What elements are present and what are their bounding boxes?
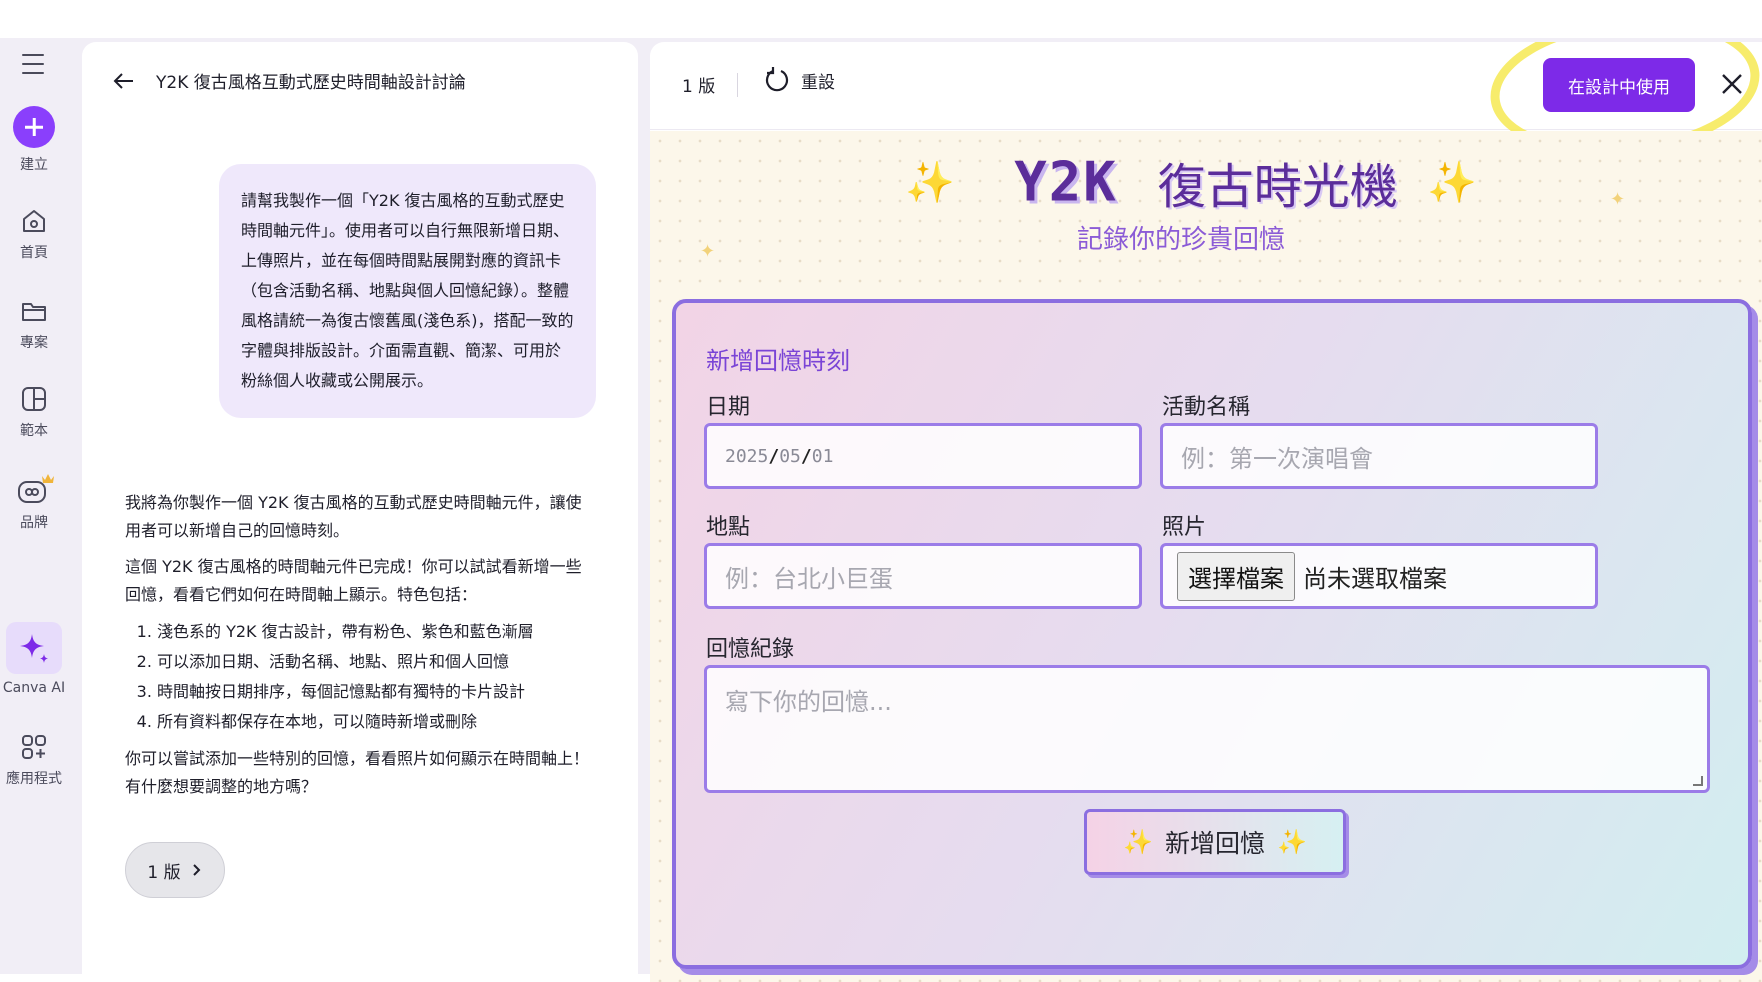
rail-item-label: 品牌 bbox=[20, 515, 48, 531]
choose-file-button[interactable]: 選擇檔案 bbox=[1177, 551, 1295, 601]
feature-item: 可以添加日期、活動名稱、地點、照片和個人回憶 bbox=[157, 647, 595, 677]
date-day: 01 bbox=[811, 445, 834, 467]
reset-button[interactable]: 重設 bbox=[763, 66, 835, 94]
date-input[interactable]: 2025/05/01 bbox=[704, 423, 1142, 489]
form-title: 新增回憶時刻 bbox=[706, 347, 850, 375]
chat-title: Y2K 復古風格互動式歷史時間軸設計討論 bbox=[156, 73, 466, 93]
rail-item-canva-ai[interactable]: Canva AI bbox=[0, 622, 68, 696]
rail-item-label: 建立 bbox=[20, 157, 48, 173]
refresh-icon bbox=[765, 67, 789, 92]
rail-item-brand[interactable]: 品牌 bbox=[0, 470, 68, 532]
template-icon bbox=[22, 387, 46, 411]
reset-label: 重設 bbox=[801, 72, 835, 93]
hero-y2k: Y2K bbox=[1014, 150, 1118, 214]
preview-panel: 1 版 重設 在設計中使用 ✨ ✨ ✦ ✦ Y2K 復古時光機 記錄你的珍貴回憶 … bbox=[650, 42, 1762, 982]
feature-item: 所有資料都保存在本地，可以隨時新增或刪除 bbox=[157, 707, 595, 737]
rail-item-home[interactable]: 首頁 bbox=[0, 206, 68, 262]
plus-icon[interactable] bbox=[13, 106, 55, 148]
date-label: 日期 bbox=[706, 395, 751, 420]
version-pill-label: 1 版 bbox=[147, 862, 181, 883]
memory-label: 回憶紀錄 bbox=[706, 637, 795, 662]
reply-paragraph: 你可以嘗試添加一些特別的回憶，看看照片如何顯示在時間軸上！有什麼想要調整的地方嗎… bbox=[125, 749, 590, 796]
side-rail: 建立 首頁 專案 範本 品牌 Canva AI 應用程式 bbox=[0, 38, 70, 974]
date-year: 2025 bbox=[725, 445, 769, 467]
add-memory-card: 新增回憶時刻 日期 2025/05/01 活動名稱 例：第一次演唱會 地點 例：… bbox=[672, 299, 1752, 969]
sparkle-icon bbox=[20, 634, 48, 663]
chat-panel: Y2K 復古風格互動式歷史時間軸設計討論 請幫我製作一個「Y2K 復古風格的互動… bbox=[82, 42, 638, 982]
use-in-design-button[interactable]: 在設計中使用 bbox=[1543, 58, 1695, 112]
app-root: 建立 首頁 專案 範本 品牌 Canva AI 應用程式 Y2K 復古風格互動式… bbox=[0, 38, 1762, 982]
rail-item-create[interactable]: 建立 bbox=[0, 106, 68, 174]
place-input[interactable]: 例：台北小巨蛋 bbox=[704, 543, 1142, 609]
place-label: 地點 bbox=[706, 515, 751, 540]
app-preview-canvas: ✨ ✨ ✦ ✦ Y2K 復古時光機 記錄你的珍貴回憶 新增回憶時刻 日期 2025… bbox=[650, 131, 1762, 982]
rail-item-label: 首頁 bbox=[20, 245, 48, 261]
sparkles-icon: ✨ bbox=[1277, 828, 1307, 856]
canva-ai-tile[interactable] bbox=[6, 622, 62, 674]
reply-paragraph: 我將為你製作一個 Y2K 復古風格的互動式歷史時間軸元件，讓使用者可以新增自己的… bbox=[125, 493, 582, 540]
rail-item-label: 專案 bbox=[20, 335, 48, 351]
brand-kit-icon bbox=[18, 474, 54, 503]
reply-paragraph: 這個 Y2K 復古風格的時間軸元件已完成！你可以試試看新增一些回憶，看看它們如何… bbox=[125, 557, 582, 604]
sparkles-icon: ✨ bbox=[1123, 828, 1153, 856]
resize-handle-icon[interactable] bbox=[1693, 776, 1703, 786]
rail-item-apps[interactable]: 應用程式 bbox=[0, 732, 68, 788]
chevron-right-icon bbox=[192, 864, 201, 876]
folder-icon bbox=[22, 303, 46, 321]
feature-item: 淺色系的 Y2K 復古設計，帶有粉色、紫色和藍色漸層 bbox=[157, 617, 595, 647]
rail-item-label: 範本 bbox=[20, 423, 48, 439]
date-month: 05 bbox=[779, 445, 801, 467]
hero-heading: 復古時光機 bbox=[1157, 159, 1398, 215]
rail-item-templates[interactable]: 範本 bbox=[0, 384, 68, 440]
assistant-reply: 我將為你製作一個 Y2K 復古風格的互動式歷史時間軸元件，讓使用者可以新增自己的… bbox=[125, 489, 595, 809]
memory-textarea[interactable]: 寫下你的回憶... bbox=[704, 665, 1710, 793]
add-memory-button[interactable]: ✨ 新增回憶 ✨ bbox=[1084, 809, 1346, 875]
home-icon bbox=[23, 210, 45, 232]
hero-title: Y2K 復古時光機 bbox=[650, 147, 1762, 217]
rail-item-projects[interactable]: 專案 bbox=[0, 296, 68, 352]
user-message-text: 請幫我製作一個「Y2K 復古風格的互動式歷史時間軸元件」。使用者可以自行無限新增… bbox=[241, 191, 574, 390]
hamburger-menu-icon[interactable] bbox=[22, 54, 46, 76]
rail-item-label: Canva AI bbox=[2, 680, 66, 696]
version-label[interactable]: 1 版 bbox=[682, 72, 715, 97]
photo-label: 照片 bbox=[1162, 515, 1207, 540]
rail-item-label: 應用程式 bbox=[6, 771, 62, 787]
hero-tagline: 記錄你的珍貴回憶 bbox=[1076, 225, 1285, 255]
user-message-bubble: 請幫我製作一個「Y2K 復古風格的互動式歷史時間軸元件」。使用者可以自行無限新增… bbox=[219, 164, 596, 418]
photo-file-input[interactable]: 選擇檔案 尚未選取檔案 bbox=[1160, 543, 1598, 609]
feature-list: 淺色系的 Y2K 復古設計，帶有粉色、紫色和藍色漸層 可以添加日期、活動名稱、地… bbox=[125, 617, 595, 737]
back-arrow-icon[interactable] bbox=[112, 69, 136, 93]
chat-header: Y2K 復古風格互動式歷史時間軸設計討論 bbox=[112, 68, 466, 93]
add-memory-label: 新增回憶 bbox=[1164, 829, 1265, 858]
event-label: 活動名稱 bbox=[1162, 395, 1251, 420]
apps-grid-icon bbox=[22, 735, 46, 759]
close-icon[interactable] bbox=[1716, 68, 1748, 100]
feature-item: 時間軸按日期排序，每個記憶點都有獨特的卡片設計 bbox=[157, 677, 595, 707]
preview-toolbar: 1 版 重設 在設計中使用 bbox=[650, 42, 1762, 168]
no-file-text: 尚未選取檔案 bbox=[1303, 564, 1447, 593]
toolbar-divider bbox=[737, 73, 738, 97]
version-pill-button[interactable]: 1 版 bbox=[125, 842, 225, 898]
memory-placeholder: 寫下你的回憶... bbox=[725, 688, 892, 716]
event-name-input[interactable]: 例：第一次演唱會 bbox=[1160, 423, 1598, 489]
